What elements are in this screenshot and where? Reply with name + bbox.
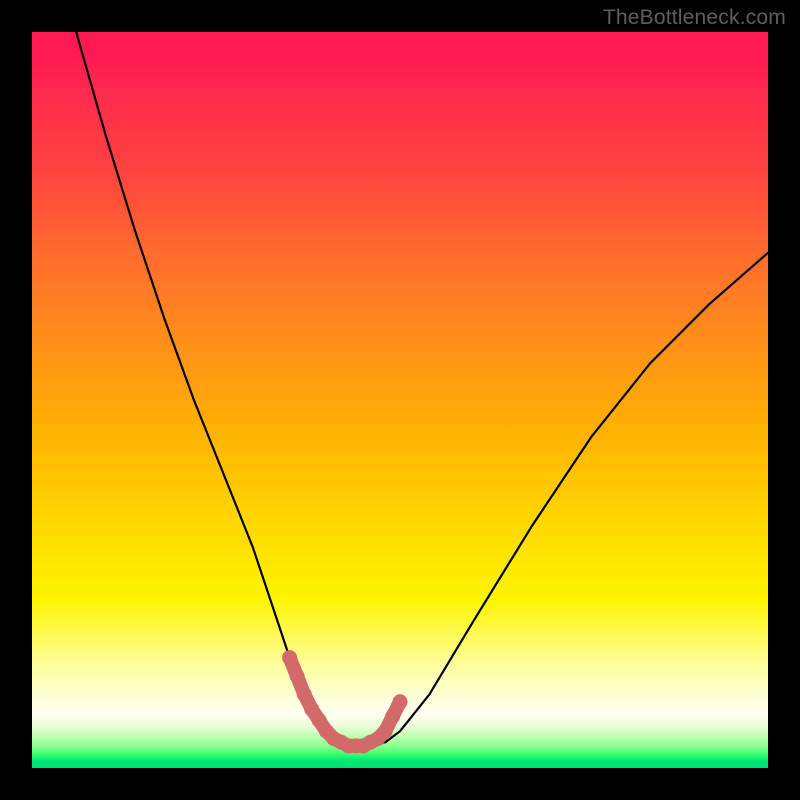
watermark-text: TheBottleneck.com: [603, 6, 786, 30]
curve-layer: [32, 32, 768, 768]
highlight-dot: [378, 724, 393, 739]
highlight-dot: [385, 709, 400, 724]
highlight-dot: [290, 669, 305, 684]
plot-area: [32, 32, 768, 768]
highlight-dot: [282, 650, 297, 665]
highlight-dot: [393, 694, 408, 709]
highlight-dot: [297, 687, 312, 702]
chart-frame: TheBottleneck.com: [0, 0, 800, 800]
bottleneck-curve: [76, 32, 768, 746]
